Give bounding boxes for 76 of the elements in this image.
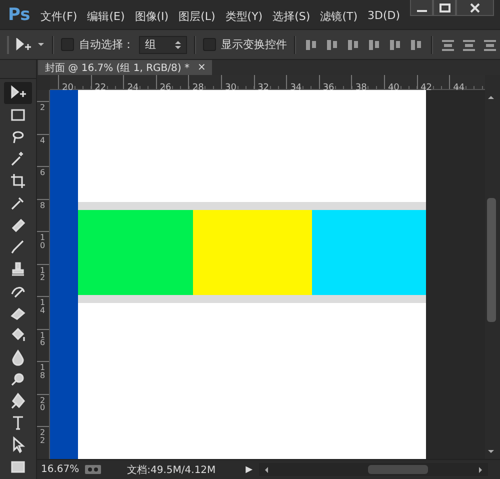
minimize-icon	[416, 10, 427, 12]
distribute-icon[interactable]	[483, 38, 497, 52]
ruler-label: 22	[94, 82, 106, 94]
ruler-label: 24	[127, 82, 139, 94]
align-icon[interactable]	[325, 38, 339, 52]
maximize-button[interactable]	[433, 0, 456, 16]
ruler-label: 2	[39, 102, 46, 112]
ruler-label: 42	[420, 82, 432, 94]
scroll-left-icon[interactable]	[262, 466, 269, 474]
auto-select-dropdown[interactable]: 组	[139, 36, 187, 54]
bandage-icon	[9, 216, 27, 234]
menu-item[interactable]: 3D(D)	[368, 9, 400, 22]
scroll-thumb[interactable]	[368, 465, 428, 474]
align-icon[interactable]	[304, 38, 318, 52]
stamp-icon	[9, 260, 27, 278]
transform-controls-checkbox[interactable]	[203, 38, 216, 51]
tool-button[interactable]	[4, 82, 32, 104]
ruler-label: 4	[39, 134, 46, 144]
transform-controls-label: 显示变换控件	[221, 37, 287, 52]
maximize-icon	[438, 2, 451, 12]
ruler-label: 20	[62, 82, 74, 94]
scroll-right-icon[interactable]	[478, 466, 484, 474]
ruler-label: 18	[39, 362, 46, 380]
status-menu-arrow[interactable]: ▶	[246, 464, 253, 474]
menu-item[interactable]: 编辑(E)	[87, 9, 125, 24]
align-icon[interactable]	[346, 38, 360, 52]
auto-select-checkbox[interactable]	[61, 38, 74, 51]
crop-icon	[9, 172, 27, 190]
ruler-label: 30	[224, 82, 236, 94]
ruler-label: 36	[322, 82, 334, 94]
document-size: 文档:49.5M/4.12M	[127, 464, 216, 476]
close-icon	[469, 2, 482, 12]
ruler-label: 6	[39, 167, 46, 177]
minimize-button[interactable]	[410, 0, 434, 16]
tab-close-button[interactable]: ×	[197, 62, 206, 73]
ruler-label: 26	[160, 82, 172, 94]
move-tool-icon[interactable]	[15, 38, 45, 52]
document-tab[interactable]: 封面 @ 16.7% (组 1, RGB/8) * ×	[38, 60, 212, 75]
paint-bucket-icon	[9, 326, 27, 344]
ruler-label: 44	[453, 82, 465, 94]
app-logo[interactable]: Ps	[8, 5, 30, 25]
menu-item[interactable]: 选择(S)	[272, 9, 310, 24]
preview-icon[interactable]	[85, 465, 102, 474]
ruler-label: 8	[39, 200, 46, 210]
spinner-arrows-icon	[175, 40, 181, 50]
menu-item[interactable]: 图层(L)	[178, 9, 216, 24]
ruler-label: 28	[192, 82, 204, 94]
distribute-icon[interactable]	[462, 38, 476, 52]
align-icon[interactable]	[367, 38, 381, 52]
distribute-icon[interactable]	[441, 38, 455, 52]
ruler-label: 22	[39, 427, 46, 444]
ruler-label: 14	[39, 297, 46, 314]
ruler-label: 40	[388, 82, 400, 94]
rectangle-icon	[9, 458, 27, 476]
scroll-up-icon[interactable]	[487, 94, 495, 100]
scroll-down-icon[interactable]	[487, 449, 495, 455]
menu-item[interactable]: 文件(F)	[40, 9, 78, 24]
ruler-label: 16	[39, 330, 46, 347]
menu-item[interactable]: 图像(I)	[134, 9, 169, 24]
align-icon[interactable]	[388, 38, 402, 52]
ruler-label: 34	[290, 82, 302, 94]
menu-item[interactable]: 类型(Y)	[225, 9, 263, 24]
auto-select-label: 自动选择：	[79, 37, 134, 52]
marquee-icon	[9, 106, 27, 124]
ruler-label: 12	[39, 264, 46, 282]
align-icon[interactable]	[409, 38, 423, 52]
menu-item[interactable]: 滤镜(T)	[320, 9, 358, 24]
drop-icon	[9, 348, 27, 366]
scroll-thumb[interactable]	[486, 198, 496, 322]
ruler-label: 20	[39, 394, 46, 412]
close-button[interactable]	[456, 0, 494, 16]
horizontal-scrollbar[interactable]	[258, 463, 488, 476]
zoom-level[interactable]: 16.67%	[41, 464, 80, 475]
ruler-label: 10	[39, 232, 46, 250]
ruler-label: 38	[355, 82, 367, 94]
ruler-label: 32	[258, 82, 270, 94]
